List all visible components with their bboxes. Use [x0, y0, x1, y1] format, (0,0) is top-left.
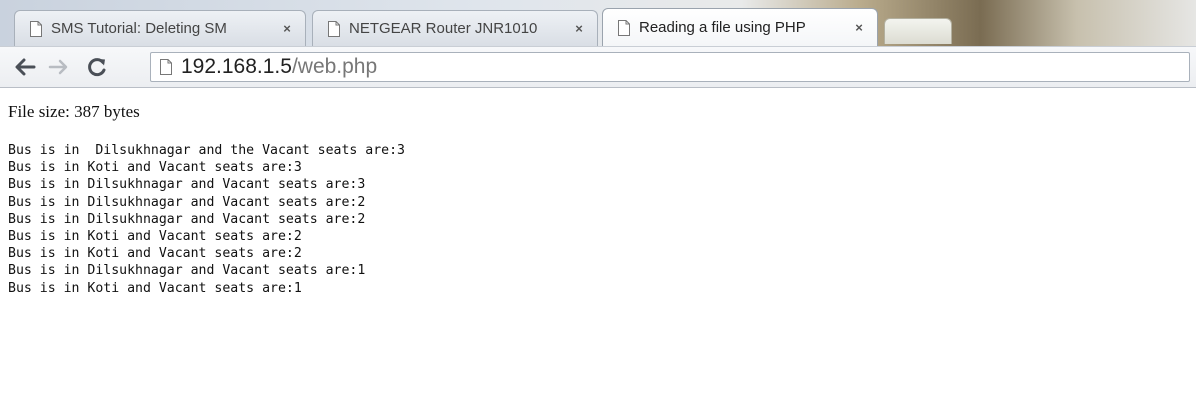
tab-sms-tutorial[interactable]: SMS Tutorial: Deleting SM × [14, 10, 306, 46]
close-icon[interactable]: × [571, 21, 587, 36]
back-arrow-icon [15, 58, 36, 76]
reload-icon [88, 58, 106, 77]
file-line: Bus is in Koti and Vacant seats are:3 [8, 160, 302, 176]
file-line: Bus is in Dilsukhnagar and the Vacant se… [8, 143, 405, 158]
close-icon[interactable]: × [851, 20, 867, 35]
page-icon [29, 20, 43, 37]
file-line: Bus is in Koti and Vacant seats are:2 [8, 229, 302, 245]
url-host: 192.168.1.5 [181, 55, 292, 78]
page-icon [327, 20, 341, 37]
forward-arrow-icon [48, 59, 68, 75]
tab-title: Reading a file using PHP [639, 19, 806, 36]
file-line: Bus is in Dilsukhnagar and Vacant seats … [8, 263, 366, 279]
close-icon[interactable]: × [279, 21, 295, 36]
file-line: Bus is in Dilsukhnagar and Vacant seats … [8, 194, 366, 210]
reload-button[interactable] [84, 53, 110, 81]
new-tab-button[interactable] [884, 18, 952, 44]
url-path: /web.php [291, 55, 378, 78]
tab-netgear-router[interactable]: NETGEAR Router JNR1010 × [312, 10, 598, 46]
page-icon [159, 59, 173, 75]
file-line: Bus is in Dilsukhnagar and Vacant seats … [8, 211, 366, 227]
page-icon [617, 19, 631, 36]
tab-title: NETGEAR Router JNR1010 [349, 20, 538, 37]
file-size-text: File size: 387 bytes [8, 102, 140, 121]
forward-button[interactable] [46, 53, 72, 81]
page-content: File size: 387 bytes Bus is in Dilsukhna… [0, 88, 1196, 412]
file-line: Bus is in Dilsukhnagar and Vacant seats … [8, 177, 366, 193]
back-button[interactable] [12, 53, 38, 81]
address-bar[interactable]: 192.168.1.5/web.php [150, 52, 1190, 82]
file-contents: Bus is in Dilsukhnagar and the Vacant se… [8, 142, 405, 297]
tab-reading-file-php[interactable]: Reading a file using PHP × [602, 8, 878, 46]
tab-strip: SMS Tutorial: Deleting SM × NETGEAR Rout… [0, 0, 1196, 46]
navigation-toolbar: 192.168.1.5/web.php [0, 46, 1196, 88]
file-line: Bus is in Koti and Vacant seats are:2 [8, 246, 302, 262]
file-line: Bus is in Koti and Vacant seats are:1 [8, 280, 302, 296]
tab-title: SMS Tutorial: Deleting SM [51, 20, 227, 37]
